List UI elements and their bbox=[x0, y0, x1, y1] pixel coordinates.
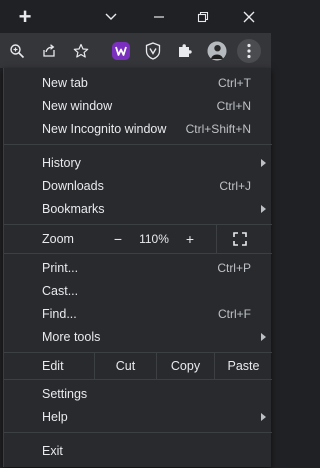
menu-button[interactable] bbox=[235, 33, 263, 68]
zoom-in-button[interactable]: + bbox=[176, 225, 204, 253]
menu-item-bookmarks[interactable]: Bookmarks bbox=[4, 197, 272, 220]
menu-item-cast[interactable]: Cast... bbox=[4, 279, 272, 302]
menu-item-new-incognito-window[interactable]: New Incognito window Ctrl+Shift+N bbox=[4, 117, 272, 140]
profile-button[interactable] bbox=[202, 33, 232, 68]
menu-item-new-tab[interactable]: New tab Ctrl+T bbox=[4, 71, 272, 94]
new-tab-plus-icon: + bbox=[18, 3, 32, 29]
browser-toolbar bbox=[0, 33, 271, 68]
menu-item-label: Settings bbox=[42, 386, 88, 401]
restore-button[interactable] bbox=[188, 0, 218, 33]
menu-item-exit[interactable]: Exit bbox=[4, 439, 272, 462]
puzzle-icon bbox=[179, 43, 192, 57]
menu-item-settings[interactable]: Settings bbox=[4, 382, 272, 405]
minimize-button[interactable] bbox=[144, 0, 174, 33]
menu-item-label: Help bbox=[42, 409, 68, 424]
close-button[interactable] bbox=[234, 0, 264, 33]
bookmark-star-icon bbox=[73, 43, 89, 58]
profile-avatar bbox=[207, 41, 227, 60]
new-tab-button[interactable]: + bbox=[8, 0, 42, 33]
menu-separator bbox=[4, 432, 272, 433]
menu-item-find[interactable]: Find... Ctrl+F bbox=[4, 302, 272, 325]
submenu-arrow-icon bbox=[261, 158, 266, 167]
zoom-icon bbox=[10, 43, 25, 58]
menu-separator bbox=[4, 379, 272, 380]
menu-kebab-icon bbox=[247, 43, 251, 58]
menu-item-history[interactable]: History bbox=[4, 151, 272, 174]
paste-label: Paste bbox=[227, 359, 260, 373]
menu-item-more-tools[interactable]: More tools bbox=[4, 325, 272, 348]
zoom-button[interactable] bbox=[2, 33, 32, 68]
menu-item-label: History bbox=[42, 155, 81, 170]
shortcut-label: Ctrl+T bbox=[218, 75, 251, 90]
share-button[interactable] bbox=[34, 33, 64, 68]
cut-button[interactable]: Cut bbox=[95, 353, 156, 379]
zoom-row: Zoom − 110% + bbox=[4, 225, 272, 253]
submenu-arrow-icon bbox=[261, 412, 266, 421]
menu-item-print[interactable]: Print... Ctrl+P bbox=[4, 256, 272, 279]
shortcut-label: Ctrl+P bbox=[217, 260, 251, 275]
edit-row: Edit Cut Copy Paste bbox=[4, 353, 272, 379]
title-bar: + bbox=[0, 0, 271, 33]
menu-item-label: New Incognito window bbox=[42, 121, 167, 136]
zoom-label: Zoom bbox=[42, 232, 74, 246]
fullscreen-icon bbox=[233, 232, 247, 246]
copy-label: Copy bbox=[170, 359, 201, 373]
restore-icon bbox=[197, 11, 209, 22]
extension-w-icon bbox=[112, 41, 130, 60]
chevron-down-icon bbox=[105, 13, 117, 20]
shortcut-label: Ctrl+F bbox=[218, 306, 251, 321]
menu-item-label: Bookmarks bbox=[42, 201, 105, 216]
menu-item-label: Find... bbox=[42, 306, 77, 321]
close-icon bbox=[243, 11, 255, 22]
menu-separator bbox=[4, 253, 272, 254]
minus-icon: − bbox=[113, 231, 123, 247]
fullscreen-button[interactable] bbox=[226, 225, 254, 253]
plus-icon: + bbox=[185, 231, 195, 247]
share-icon bbox=[43, 43, 55, 57]
submenu-arrow-icon bbox=[261, 332, 266, 341]
extensions-button[interactable] bbox=[170, 33, 200, 68]
extension-w-button[interactable] bbox=[106, 33, 136, 68]
tab-search-button[interactable] bbox=[96, 0, 126, 33]
menu-item-label: Downloads bbox=[42, 178, 104, 193]
cell-divider bbox=[216, 225, 217, 253]
menu-separator bbox=[4, 144, 272, 145]
zoom-value: 110% bbox=[139, 232, 169, 246]
menu-item-label: New tab bbox=[42, 75, 88, 90]
shortcut-label: Ctrl+Shift+N bbox=[185, 121, 251, 136]
paste-button[interactable]: Paste bbox=[215, 353, 272, 379]
extension-shield-button[interactable] bbox=[138, 33, 168, 68]
shortcut-label: Ctrl+N bbox=[216, 98, 251, 113]
menu-item-label: More tools bbox=[42, 329, 101, 344]
chrome-main-menu: New tab Ctrl+T New window Ctrl+N New Inc… bbox=[3, 68, 272, 467]
edit-label: Edit bbox=[42, 359, 64, 373]
menu-item-label: Print... bbox=[42, 260, 79, 275]
minimize-icon bbox=[154, 15, 164, 18]
shield-icon bbox=[145, 41, 161, 60]
bookmark-star-button[interactable] bbox=[66, 33, 96, 68]
menu-item-label: New window bbox=[42, 98, 113, 113]
shortcut-label: Ctrl+J bbox=[219, 178, 251, 193]
zoom-out-button[interactable]: − bbox=[104, 225, 132, 253]
menu-item-new-window[interactable]: New window Ctrl+N bbox=[4, 94, 272, 117]
menu-item-label: Cast... bbox=[42, 283, 79, 298]
zoom-level: 110% bbox=[132, 225, 176, 253]
cut-label: Cut bbox=[115, 359, 136, 373]
submenu-arrow-icon bbox=[261, 204, 266, 213]
menu-item-downloads[interactable]: Downloads Ctrl+J bbox=[4, 174, 272, 197]
menu-item-help[interactable]: Help bbox=[4, 405, 272, 428]
menu-item-label: Exit bbox=[42, 443, 63, 458]
copy-button[interactable]: Copy bbox=[157, 353, 214, 379]
